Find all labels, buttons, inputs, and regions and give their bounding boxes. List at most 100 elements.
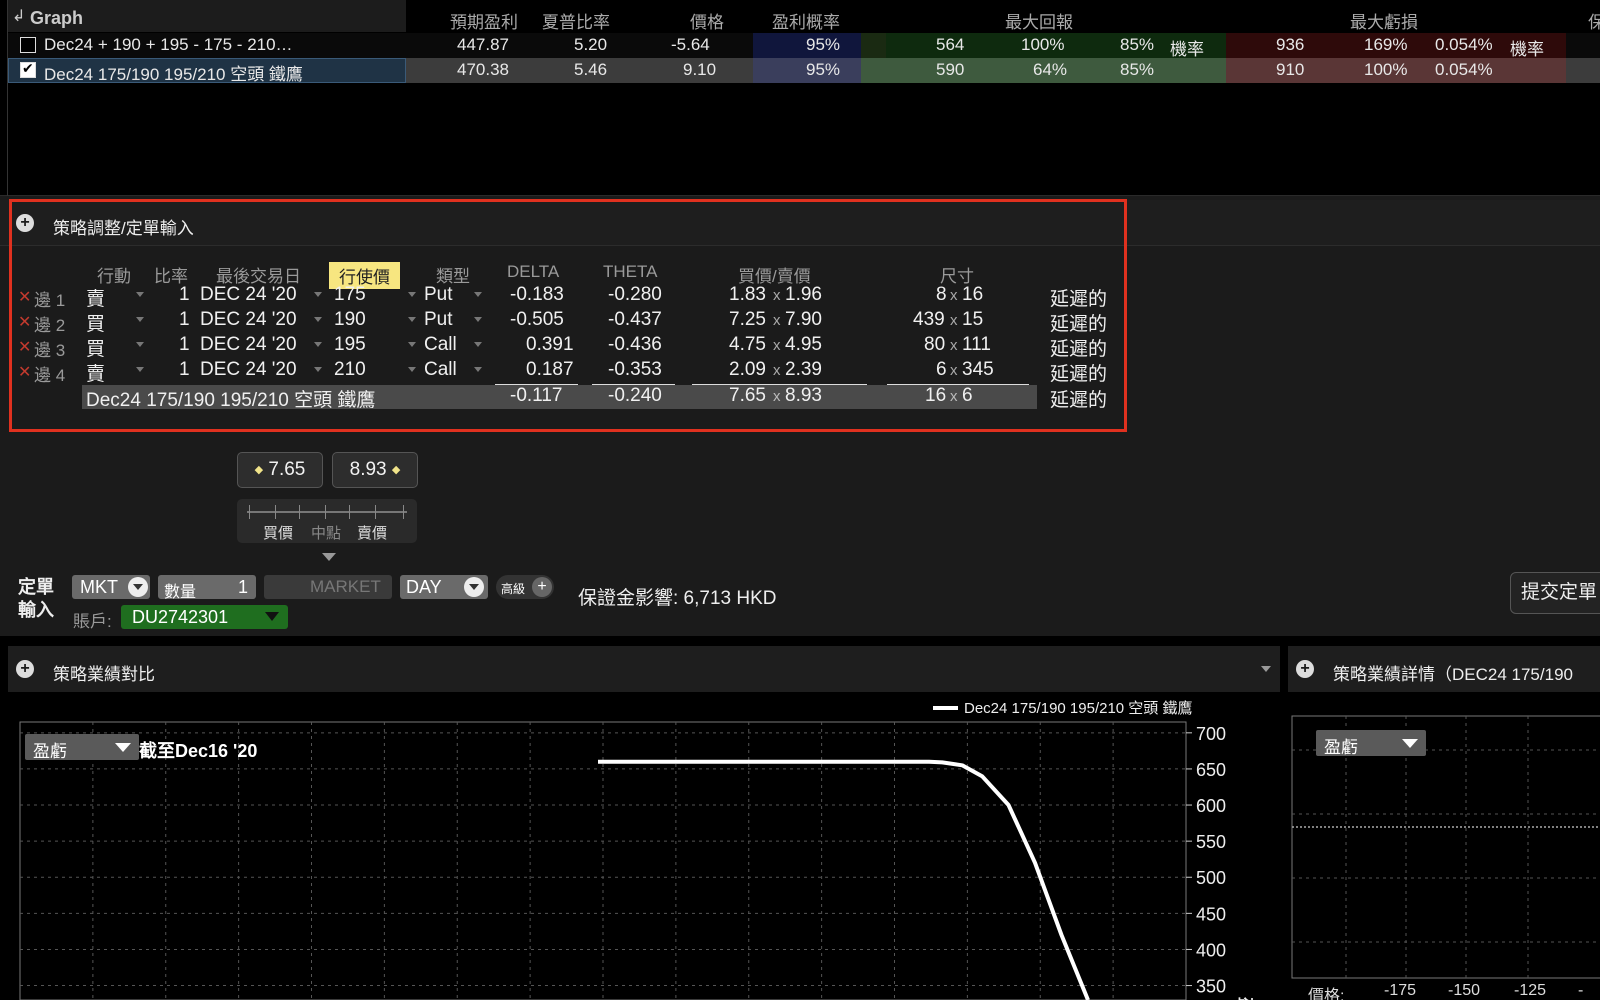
y-tick-label: 700: [1196, 724, 1226, 744]
order-type-value: MKT: [80, 577, 118, 597]
header-sharpe[interactable]: 夏普比率: [542, 8, 610, 33]
order-type-select[interactable]: MKT: [72, 575, 150, 599]
leg-type[interactable]: Call: [424, 359, 457, 381]
remove-leg-icon[interactable]: ✕: [18, 287, 31, 307]
metric-select[interactable]: 盈虧: [25, 734, 139, 761]
leg-ratio[interactable]: 1: [179, 309, 190, 331]
times-sign: x: [773, 362, 781, 379]
strike-dropdown-icon[interactable]: [408, 367, 416, 372]
account-select[interactable]: DU2742301: [121, 605, 288, 629]
times-sign: x: [773, 287, 781, 304]
header-max-loss[interactable]: 最大虧損: [1350, 8, 1418, 33]
action-dropdown-icon[interactable]: [136, 317, 144, 322]
leg-ratio[interactable]: 1: [179, 359, 190, 381]
expiry-dropdown-icon[interactable]: [314, 317, 322, 322]
leg-action[interactable]: 買: [86, 334, 105, 361]
leg-action[interactable]: 買: [86, 309, 105, 336]
header-expected-profit[interactable]: 預期盈利: [450, 8, 518, 33]
type-dropdown-icon[interactable]: [474, 317, 482, 322]
strategy-scanner-table: ↲ Graph 預期盈利 夏普比率 價格 盈利概率 最大回報 最大虧損 保 De…: [0, 0, 1600, 196]
scanner-row[interactable]: Dec24 + 190 + 195 - 175 - 210… 447.87 5.…: [8, 33, 1600, 59]
leg-ratio[interactable]: 1: [179, 284, 190, 306]
quantity-field[interactable]: 數量 1: [158, 575, 256, 601]
leg-ask: 4.95: [785, 334, 822, 355]
combo-ask: 8.93: [785, 385, 822, 406]
leg-type[interactable]: Call: [424, 334, 457, 356]
leg-expiry[interactable]: DEC 24 '20: [200, 334, 297, 356]
slider-bid-label[interactable]: 買價: [263, 522, 293, 543]
leg-strike[interactable]: 190: [334, 309, 366, 331]
action-dropdown-icon[interactable]: [136, 367, 144, 372]
slider-ask-label[interactable]: 賣價: [357, 522, 387, 543]
expand-plus-icon[interactable]: +: [16, 660, 34, 678]
leg-action[interactable]: 賣: [86, 359, 105, 386]
combo-status: 延遲的: [1050, 390, 1108, 411]
ask-price-button[interactable]: 8.93 ◆: [332, 452, 418, 488]
strike-dropdown-icon[interactable]: [408, 317, 416, 322]
expand-plus-icon[interactable]: +: [16, 214, 34, 232]
header-price[interactable]: 價格: [690, 8, 724, 33]
type-dropdown-icon[interactable]: [474, 367, 482, 372]
perf-compare-title: 策略業績對比: [53, 665, 155, 684]
remove-leg-icon[interactable]: ✕: [18, 312, 31, 332]
leg-strike[interactable]: 210: [334, 359, 366, 381]
times-sign: x: [950, 362, 958, 379]
leg-strike[interactable]: 175: [334, 284, 366, 306]
leg-action[interactable]: 賣: [86, 284, 105, 311]
advanced-button[interactable]: 高級 +: [496, 575, 554, 599]
type-dropdown-icon[interactable]: [474, 292, 482, 297]
type-dropdown-icon[interactable]: [474, 342, 482, 347]
max-loss: 936: [1276, 35, 1305, 54]
graph-column-header[interactable]: ↲ Graph: [8, 0, 406, 32]
row-checkbox[interactable]: [20, 37, 36, 53]
price-slider[interactable]: 買價 中點 賣價: [237, 499, 417, 543]
expiry-dropdown-icon[interactable]: [314, 292, 322, 297]
x-tick: -: [1578, 982, 1584, 999]
header-cutoff[interactable]: 保: [1588, 8, 1600, 33]
panel-menu-icon[interactable]: [1261, 666, 1271, 672]
leg-expiry[interactable]: DEC 24 '20: [200, 359, 297, 381]
slider-tick: [403, 505, 404, 519]
expected-profit: 447.87: [457, 35, 509, 54]
remove-leg-icon[interactable]: ✕: [18, 362, 31, 382]
strike-dropdown-icon[interactable]: [408, 292, 416, 297]
header-max-return[interactable]: 最大回報: [1005, 8, 1073, 33]
limit-price-input[interactable]: MARKET: [264, 575, 392, 599]
strike-dropdown-icon[interactable]: [408, 342, 416, 347]
bid-price-button[interactable]: ◆ 7.65: [237, 452, 323, 488]
chevron-down-icon: [265, 612, 279, 621]
return-band: [861, 33, 886, 58]
action-dropdown-icon[interactable]: [136, 342, 144, 347]
header-prob-profit[interactable]: 盈利概率: [772, 8, 840, 33]
as-of-date: 截至Dec16 '20: [139, 741, 258, 761]
leg-ask: 7.90: [785, 309, 822, 330]
leg-type[interactable]: Put: [424, 284, 453, 306]
submit-order-button[interactable]: 提交定單: [1510, 572, 1600, 614]
max-loss-prob: 0.054%: [1435, 35, 1493, 54]
expected-profit: 470.38: [457, 60, 509, 79]
row-checkbox-checked[interactable]: [20, 60, 36, 78]
leg-type[interactable]: Put: [424, 309, 453, 331]
remove-leg-icon[interactable]: ✕: [18, 337, 31, 357]
time-in-force-select[interactable]: DAY: [400, 575, 488, 599]
leg-size-bid: 8: [936, 284, 947, 305]
combo-size-bid: 16: [925, 385, 947, 406]
leg-expiry[interactable]: DEC 24 '20: [200, 309, 297, 331]
expiry-dropdown-icon[interactable]: [314, 367, 322, 372]
leg-strike[interactable]: 195: [334, 334, 366, 356]
sharpe: 5.20: [574, 35, 608, 54]
scanner-row-selected[interactable]: Dec24 175/190 195/210 空頭 鐵鷹 470.38 5.46 …: [8, 58, 1600, 84]
leg-ratio[interactable]: 1: [179, 334, 190, 356]
action-dropdown-icon[interactable]: [136, 292, 144, 297]
leg-row: ✕ 邊 4 賣 1 DEC 24 '20 210 Call 0.187 -0.3…: [16, 359, 1116, 386]
expand-plus-icon[interactable]: +: [1296, 660, 1314, 678]
metric-value: 盈虧: [33, 742, 67, 761]
slider-mid-label[interactable]: 中點: [311, 522, 341, 543]
detail-metric-select[interactable]: 盈虧: [1316, 730, 1426, 757]
prob-profit: 95%: [806, 60, 841, 79]
strategy-name: Dec24 + 190 + 195 - 175 - 210…: [44, 35, 293, 54]
leg-expiry[interactable]: DEC 24 '20: [200, 284, 297, 306]
expiry-dropdown-icon[interactable]: [314, 342, 322, 347]
slider-track: [247, 511, 407, 513]
strategy-performance-compare-panel: + 策略業績對比 Dec24 175/190 195/210 空頭 鐵鷹 700 6…: [8, 646, 1280, 1000]
